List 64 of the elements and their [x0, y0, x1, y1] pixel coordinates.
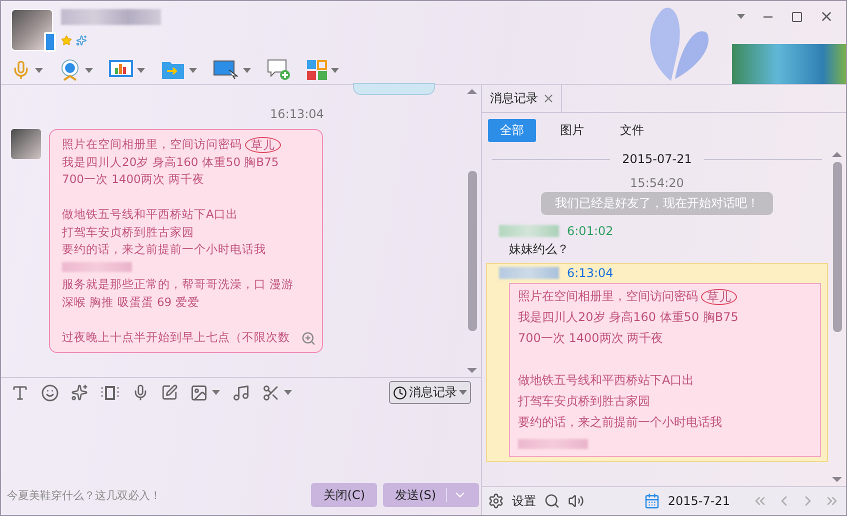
blurred-text	[518, 438, 588, 448]
settings-icon[interactable]	[488, 493, 504, 509]
send-button[interactable]: 发送(S)	[383, 483, 479, 507]
filter-tab[interactable]: 文件	[608, 119, 656, 142]
sparkle-icon	[76, 35, 87, 46]
zoom-in-icon[interactable]	[300, 331, 316, 346]
add-chat-icon[interactable]	[267, 59, 291, 81]
close-icon[interactable]	[819, 9, 834, 24]
timestamp: 16:13:04	[269, 107, 325, 121]
blurred-name	[499, 225, 559, 237]
calendar-icon[interactable]	[644, 493, 660, 509]
emoji-icon[interactable]	[41, 384, 59, 402]
date-label: 2015-07-21	[622, 152, 692, 166]
close-icon[interactable]	[542, 92, 555, 105]
history-button[interactable]: 消息记录	[389, 381, 471, 404]
message-text: 要约的话，来之前提前一个小时电话我	[62, 241, 266, 258]
system-notice: 我们已经是好友了，现在开始对话吧！	[541, 192, 773, 215]
close-button[interactable]: 关闭(C)	[311, 483, 378, 507]
edit-icon[interactable]	[161, 384, 178, 401]
image-icon[interactable]	[190, 384, 220, 402]
chart-screen-icon[interactable]	[109, 60, 145, 80]
message-text: 做地铁五号线和平西桥站下A口出	[518, 372, 694, 389]
circled-text: 草儿	[245, 136, 281, 153]
blurred-name	[499, 267, 559, 279]
message-text: 打驾车安贞桥到胜古家园	[62, 224, 194, 240]
message-text: 打驾车安贞桥到胜古家园	[518, 393, 650, 410]
date-label[interactable]: 2015-7-21	[668, 494, 730, 508]
blurred-text	[62, 262, 132, 272]
avatar	[11, 129, 41, 159]
message-text: 深喉 胸推 吸蛋蛋 69 爱爱	[62, 294, 200, 310]
speaker-icon[interactable]	[568, 493, 584, 509]
music-icon[interactable]	[232, 384, 250, 402]
microphone-icon[interactable]	[132, 384, 149, 401]
webcam-icon[interactable]	[59, 59, 93, 81]
scissors-icon[interactable]	[262, 384, 292, 402]
history-tab[interactable]: 消息记录	[482, 85, 562, 112]
filter-tab[interactable]: 图片	[548, 119, 596, 142]
timestamp: 15:54:20	[629, 176, 685, 190]
message-text: 照片在空间相册里，空间访问密码	[518, 288, 698, 305]
message-text: 服务就是那些正常的，帮哥哥洗澡，口 漫游	[62, 276, 294, 293]
apps-grid-icon[interactable]	[307, 60, 339, 80]
message-text: 我是四川人20岁 身高160 体重50 胸B75	[62, 154, 279, 170]
message-text: 要约的话，来之前提前一个小时电话我	[518, 414, 722, 431]
message-text: 妹妹约么？	[508, 241, 570, 258]
scrollbar-thumb[interactable]	[468, 171, 477, 331]
circled-text: 草儿	[701, 288, 737, 304]
scrollbar-thumb[interactable]	[833, 162, 842, 332]
screen-share-icon[interactable]	[213, 60, 251, 80]
message-text: 700一次 1400两次 两千夜	[518, 330, 664, 347]
settings-link[interactable]: 设置	[512, 492, 536, 510]
font-icon[interactable]	[11, 384, 29, 402]
message-text: 700一次 1400两次 两千夜	[62, 171, 205, 188]
maximize-icon[interactable]	[791, 10, 803, 22]
message-text: 照片在空间相册里，空间访问密码	[62, 136, 242, 153]
folder-icon[interactable]	[161, 60, 197, 80]
message-text: 过夜晚上十点半开始到早上七点（不限次数	[62, 328, 290, 346]
message-text: 我是四川人20岁 身高160 体重50 胸B75	[518, 309, 738, 326]
timestamp: 6:01:02	[567, 224, 614, 238]
search-icon[interactable]	[544, 493, 560, 509]
dropdown-icon[interactable]	[737, 14, 745, 19]
timestamp: 6:13:04	[567, 266, 614, 280]
message-text: 做地铁五号线和平西桥站下A口出	[62, 206, 238, 223]
clock-icon	[393, 386, 407, 400]
star-icon	[61, 35, 72, 46]
